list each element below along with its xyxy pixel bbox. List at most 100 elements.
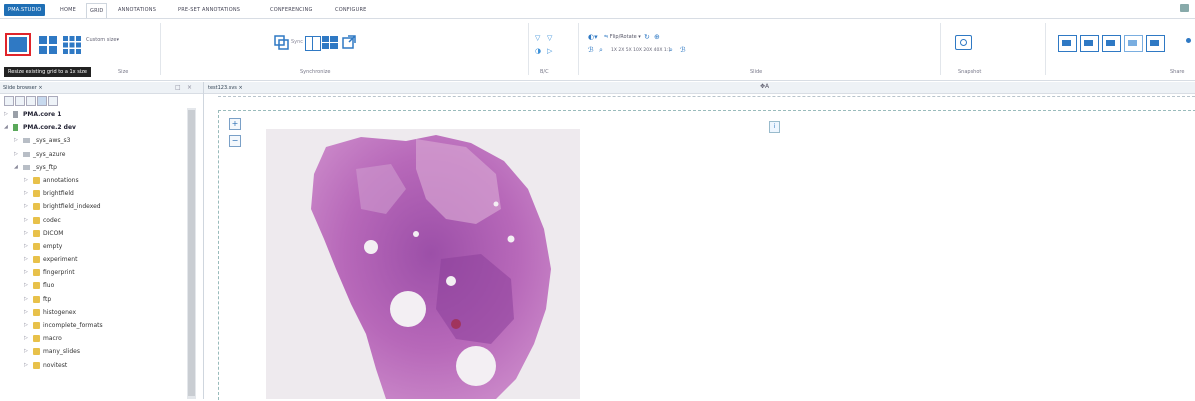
user-icon[interactable] — [1180, 4, 1189, 12]
zoom-in-button[interactable]: + — [229, 118, 241, 130]
share-slide-button[interactable] — [1058, 35, 1077, 52]
barcode-icon[interactable]: ℬ — [680, 46, 686, 54]
color-icon[interactable]: ◐▾ — [588, 33, 598, 41]
tree-item[interactable]: ▷ fluo — [0, 279, 188, 292]
restore-icon[interactable]: □ — [175, 84, 181, 91]
sync-button[interactable] — [274, 35, 289, 50]
share-image-button[interactable] — [1080, 35, 1099, 52]
tree-item[interactable]: ▷ annotations — [0, 174, 188, 187]
flip-rotate-dropdown[interactable]: ⇋ Flip/Rotate ▾ — [604, 34, 641, 40]
tree-item[interactable]: ▷ fingerprint — [0, 266, 188, 279]
snapshot-button[interactable] — [955, 35, 972, 50]
tree-item[interactable]: ▷ DICOM — [0, 227, 188, 240]
share-embed-button[interactable] — [1146, 35, 1165, 52]
close-icon[interactable]: × — [239, 85, 243, 91]
grid-divider — [218, 96, 1195, 97]
tree-item[interactable]: ▷ PMA.core 1 — [0, 108, 188, 121]
tree-item[interactable]: ▷ ftp — [0, 293, 188, 306]
custom-size-dropdown[interactable]: Custom size▾ — [86, 37, 119, 43]
tab-pma-studio[interactable]: PMA.STUDIO — [4, 4, 46, 16]
expand-arrow-icon[interactable]: ▷ — [24, 345, 28, 358]
tree-item[interactable]: ▷ experiment — [0, 253, 188, 266]
tree-item[interactable]: ▷ empty — [0, 240, 188, 253]
refresh-icon[interactable] — [15, 96, 25, 106]
zoom-10x[interactable]: 10X — [633, 48, 642, 53]
sync-grid-button[interactable] — [305, 36, 321, 51]
expand-arrow-icon[interactable]: ▷ — [14, 134, 18, 147]
viewer-tab[interactable]: test123.svs × — [208, 84, 243, 92]
rotate-icon[interactable]: ↻ — [644, 33, 650, 41]
expand-arrow-icon[interactable]: ▷ — [24, 279, 28, 292]
tree-item[interactable]: ▷ brightfield — [0, 187, 188, 200]
tab-home[interactable]: HOME — [60, 4, 76, 16]
slide-image[interactable] — [266, 129, 580, 399]
grid-1x1-button[interactable] — [5, 33, 31, 56]
expand-arrow-icon[interactable]: ▷ — [24, 359, 28, 372]
grid-2x2-button[interactable] — [38, 35, 58, 55]
grid-3x3-button[interactable] — [62, 35, 82, 55]
gamma-icon[interactable]: ◑ — [535, 47, 541, 55]
reset-bc-icon[interactable]: ▷ — [547, 47, 552, 55]
fit-zoom-icon[interactable]: ⌕ — [669, 46, 673, 55]
close-icon[interactable]: × — [38, 85, 42, 91]
tab-grid[interactable]: GRID — [86, 3, 108, 18]
expand-arrow-icon[interactable]: ▷ — [24, 319, 28, 332]
expand-arrow-icon[interactable]: ▷ — [24, 253, 28, 266]
tree-item[interactable]: ◢ _sys_ftp — [0, 161, 188, 174]
share-link-button[interactable] — [1124, 35, 1143, 52]
measure-icon[interactable]: ℬ — [588, 46, 594, 54]
tree-item[interactable]: ▷ codec — [0, 214, 188, 227]
zoom-40x[interactable]: 40X — [654, 48, 663, 53]
zoom-1x[interactable]: 1X — [611, 48, 617, 53]
collapse-icon[interactable] — [26, 96, 36, 106]
tree-item[interactable]: ▷ _sys_azure — [0, 148, 188, 161]
expand-arrow-icon[interactable]: ▷ — [24, 306, 28, 319]
zoom-5x[interactable]: 5X — [626, 48, 632, 53]
scrollbar-thumb[interactable] — [188, 110, 195, 396]
slide-browser-tab[interactable]: Slide browser × — [3, 84, 43, 92]
collapse-arrow-icon[interactable]: ◢ — [4, 121, 8, 134]
zoom-out-button[interactable]: − — [229, 135, 241, 147]
tree-item[interactable]: ▷ novitest — [0, 359, 188, 372]
expand-arrow-icon[interactable]: ▷ — [24, 266, 28, 279]
expand-arrow-icon[interactable]: ▷ — [24, 187, 28, 200]
zoom-icon[interactable]: ⌕ — [599, 46, 603, 55]
link-grid-button[interactable] — [322, 36, 338, 49]
tree-item[interactable]: ▷ macro — [0, 332, 188, 345]
expand-arrow-icon[interactable]: ▷ — [14, 148, 18, 161]
zoom-2x[interactable]: 2X — [618, 48, 624, 53]
expand-arrow-icon[interactable]: ▷ — [24, 240, 28, 253]
tree-item[interactable]: ▷ brightfield_indexed — [0, 200, 188, 213]
tree-item[interactable]: ▷ histogenex — [0, 306, 188, 319]
share-more-icon[interactable] — [1186, 38, 1191, 43]
info-button[interactable]: i — [769, 121, 780, 133]
expand-arrow-icon[interactable]: ▷ — [24, 227, 28, 240]
tab-pre-set-annotations[interactable]: PRE-SET ANNOTATIONS — [178, 4, 240, 16]
brightness-icon[interactable]: ▽ — [535, 34, 540, 42]
expand-button[interactable] — [342, 35, 356, 49]
expand-arrow-icon[interactable]: ▷ — [24, 214, 28, 227]
list-view-icon[interactable] — [4, 96, 14, 106]
tree-item[interactable]: ▷ many_slides — [0, 345, 188, 358]
expand-arrow-icon[interactable]: ▷ — [4, 108, 8, 121]
filter-icon[interactable] — [48, 96, 58, 106]
expand-arrow-icon[interactable]: ▷ — [24, 332, 28, 345]
close-panel-icon[interactable]: × — [187, 84, 192, 91]
expand-arrow-icon[interactable]: ▷ — [24, 293, 28, 306]
tab-conferencing[interactable]: CONFERENCING — [270, 4, 313, 16]
zoom-levels[interactable]: 1X 2X 5X 10X 20X 40X 1:1 — [611, 48, 671, 53]
expand-arrow-icon[interactable]: ▷ — [24, 174, 28, 187]
expand-arrow-icon[interactable]: ▷ — [24, 200, 28, 213]
share-grid-button[interactable] — [1102, 35, 1121, 52]
contrast-icon[interactable]: ▽ — [547, 34, 552, 42]
tree-scrollbar[interactable] — [187, 108, 196, 399]
overview-icon[interactable]: ⊕ — [654, 33, 660, 41]
tree-item[interactable]: ◢ PMA.core.2 dev — [0, 121, 188, 134]
tab-annotations[interactable]: ANNOTATIONS — [118, 4, 156, 16]
tree-item[interactable]: ▷ _sys_aws_s3 — [0, 134, 188, 147]
thumbnail-view-icon[interactable] — [37, 96, 47, 106]
zoom-20x[interactable]: 20X — [643, 48, 652, 53]
tree-item[interactable]: ▷ incomplete_formats — [0, 319, 188, 332]
collapse-arrow-icon[interactable]: ◢ — [14, 161, 18, 174]
tab-configure[interactable]: CONFIGURE — [335, 4, 367, 16]
